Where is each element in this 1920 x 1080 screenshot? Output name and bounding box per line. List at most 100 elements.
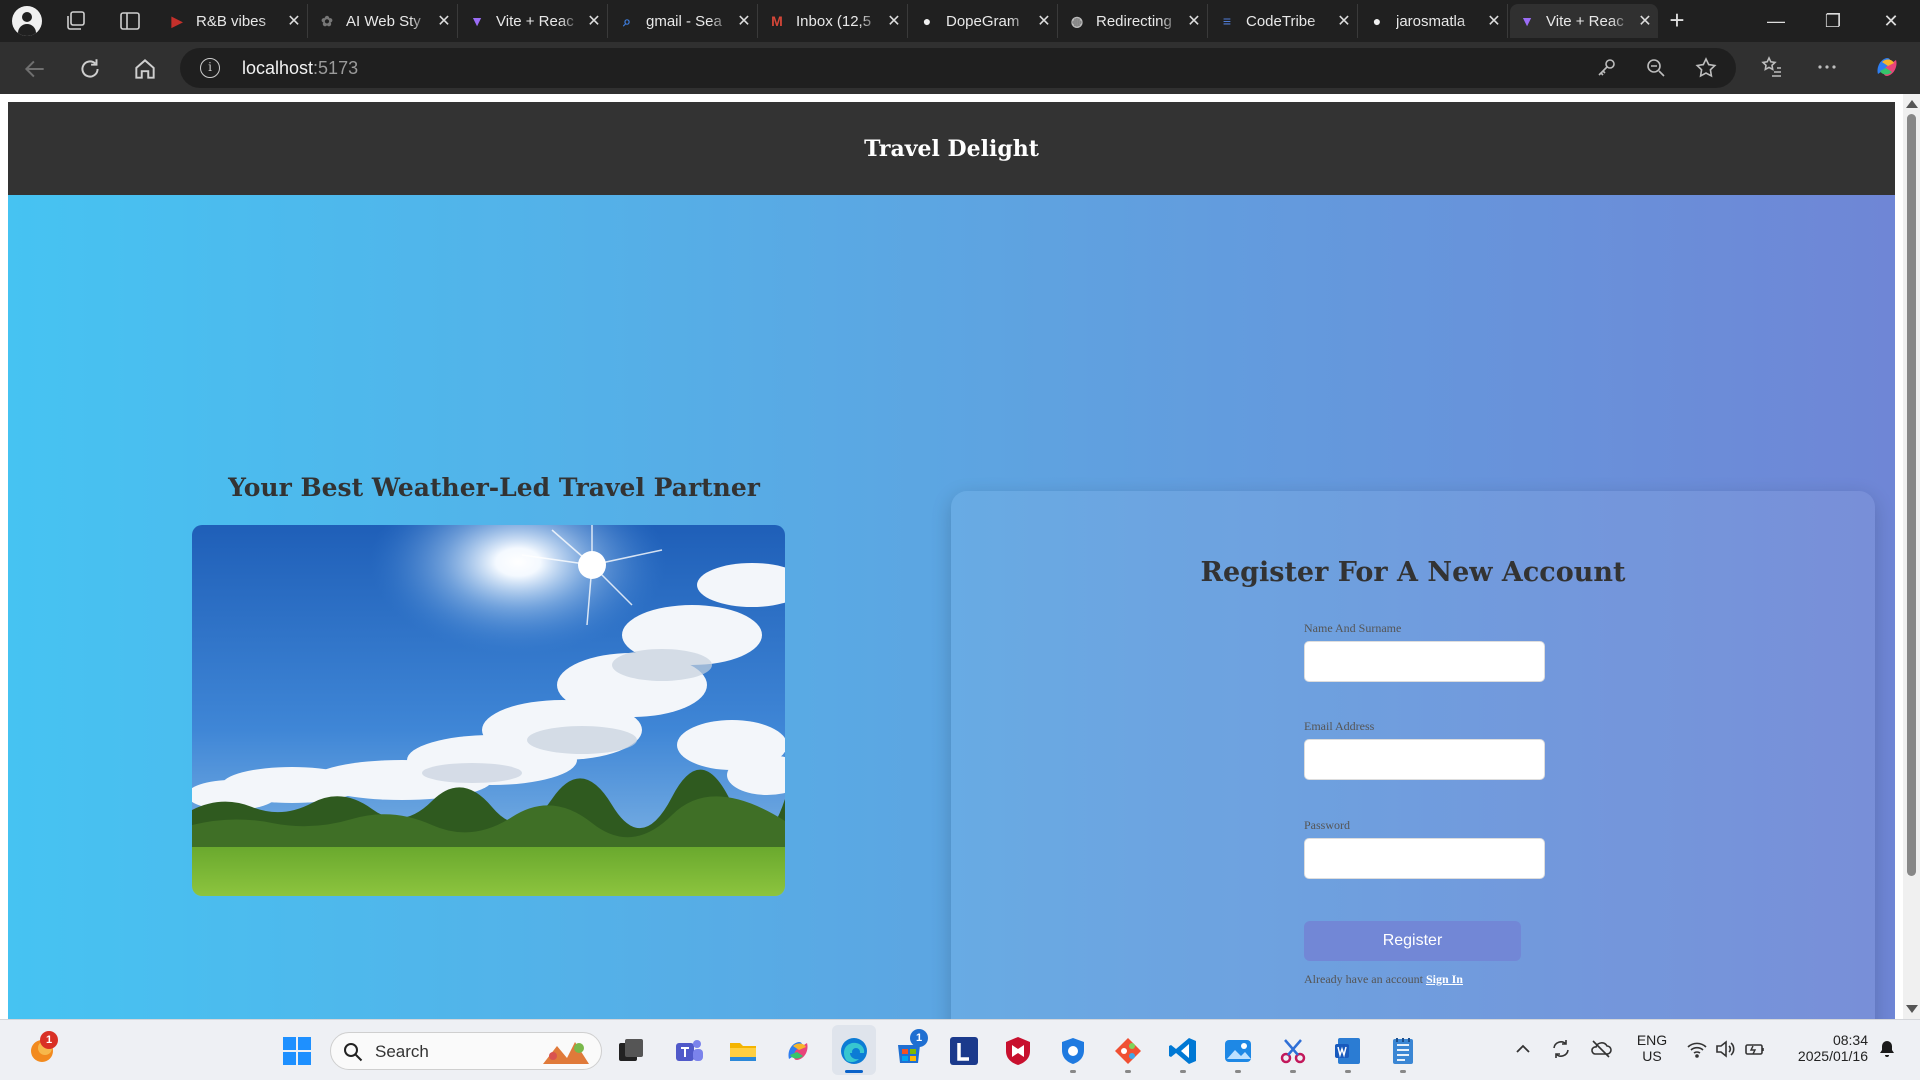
- browser-tab[interactable]: ⌕ gmail - Sea ✕: [610, 4, 758, 38]
- tab-close-icon[interactable]: ✕: [431, 11, 457, 31]
- mcafee-shield-icon[interactable]: [1002, 1035, 1034, 1067]
- tab-title: gmail - Sea: [646, 12, 722, 30]
- windows-start-icon[interactable]: [281, 1035, 313, 1067]
- language-indicator[interactable]: ENG US: [1634, 1032, 1670, 1064]
- tab-title: DopeGram: [946, 12, 1020, 30]
- wifi-icon[interactable]: [1686, 1038, 1708, 1064]
- tab-close-icon[interactable]: ✕: [1632, 11, 1658, 31]
- close-window-button[interactable]: ✕: [1876, 8, 1906, 34]
- password-key-icon[interactable]: [1594, 56, 1618, 80]
- git-kraken-icon[interactable]: [1112, 1035, 1144, 1067]
- onedrive-offline-icon[interactable]: [1590, 1038, 1612, 1064]
- sync-icon[interactable]: [1550, 1038, 1572, 1064]
- page-scrollbar[interactable]: [1903, 94, 1920, 1019]
- running-indicator: [1400, 1070, 1406, 1073]
- youtube-icon: ▶: [171, 12, 183, 29]
- copilot-icon[interactable]: [1872, 52, 1902, 82]
- copilot-app-icon[interactable]: [782, 1035, 814, 1067]
- vertical-tabs-icon[interactable]: [118, 9, 142, 33]
- email-input[interactable]: [1304, 739, 1545, 780]
- tab-title: jarosmatla: [1396, 12, 1466, 30]
- search-icon: [344, 1043, 363, 1062]
- password-input[interactable]: [1304, 838, 1545, 879]
- browser-tab[interactable]: ▼ Vite + Reac ✕: [460, 4, 608, 38]
- browser-tab[interactable]: ◍ Redirecting ✕: [1060, 4, 1208, 38]
- edge-browser-icon[interactable]: [838, 1035, 870, 1067]
- refresh-icon[interactable]: [77, 56, 103, 82]
- scrollbar-thumb[interactable]: [1907, 114, 1916, 876]
- url-text[interactable]: localhost:5173: [242, 58, 358, 79]
- zoom-out-icon[interactable]: [1644, 56, 1668, 80]
- vscode-icon[interactable]: [1167, 1035, 1199, 1067]
- back-arrow-icon[interactable]: [22, 56, 48, 82]
- sunny-sky-photo: [192, 525, 785, 896]
- name-input[interactable]: [1304, 641, 1545, 682]
- volume-icon[interactable]: [1714, 1038, 1736, 1064]
- hero-section: Your Best Weather-Led Travel Partner Reg…: [8, 195, 1895, 1019]
- tab-close-icon[interactable]: ✕: [1331, 11, 1357, 31]
- signin-prompt: Already have an account Sign In: [1304, 972, 1463, 986]
- browser-tab[interactable]: ▶ R&B vibes ✕: [160, 4, 308, 38]
- browser-tab[interactable]: ✿ AI Web Sty ✕: [310, 4, 458, 38]
- file-explorer-icon[interactable]: [727, 1035, 759, 1067]
- battery-icon[interactable]: [1744, 1038, 1766, 1064]
- workspaces-icon[interactable]: [64, 9, 88, 33]
- tab-title: Vite + Reac: [496, 12, 574, 30]
- scroll-up-arrow-icon[interactable]: [1906, 100, 1918, 108]
- document-icon: ≡: [1222, 13, 1232, 29]
- tab-close-icon[interactable]: ✕: [281, 11, 307, 31]
- tab-close-icon[interactable]: ✕: [731, 11, 757, 31]
- browser-tab[interactable]: ▼ Vite + Reac ✕: [1510, 4, 1658, 38]
- running-indicator: [1345, 1070, 1351, 1073]
- tab-close-icon[interactable]: ✕: [1481, 11, 1507, 31]
- tab-close-icon[interactable]: ✕: [1181, 11, 1207, 31]
- signin-link[interactable]: Sign In: [1426, 972, 1463, 986]
- tab-title: Inbox (12,5: [796, 12, 872, 30]
- browser-tab[interactable]: ● DopeGram ✕: [910, 4, 1058, 38]
- defender-shield-icon[interactable]: [1057, 1035, 1089, 1067]
- teams-icon[interactable]: [673, 1035, 705, 1067]
- new-tab-button[interactable]: +: [1662, 6, 1692, 36]
- search-placeholder: Search: [375, 1042, 429, 1061]
- profile-avatar-icon[interactable]: [12, 6, 42, 36]
- taskbar-search[interactable]: Search: [330, 1032, 602, 1070]
- word-document-icon[interactable]: [1332, 1035, 1364, 1067]
- tab-close-icon[interactable]: ✕: [581, 11, 607, 31]
- page-viewport: Travel Delight Your Best Weather-Led Tra…: [0, 94, 1920, 1019]
- minimize-button[interactable]: —: [1761, 8, 1791, 34]
- browser-tab[interactable]: ≡ CodeTribe ✕: [1210, 4, 1358, 38]
- register-card: Register For A New Account Name And Surn…: [951, 491, 1875, 1019]
- scroll-down-arrow-icon[interactable]: [1906, 1005, 1918, 1013]
- tab-close-icon[interactable]: ✕: [881, 11, 907, 31]
- browser-tab[interactable]: ● jarosmatla ✕: [1360, 4, 1508, 38]
- tagline-heading: Your Best Weather-Led Travel Partner: [228, 473, 760, 502]
- task-view-icon[interactable]: [615, 1035, 647, 1067]
- running-indicator: [1290, 1070, 1296, 1073]
- notepad-icon[interactable]: [1387, 1035, 1419, 1067]
- show-hidden-icons-icon[interactable]: [1512, 1038, 1534, 1064]
- site-header: Travel Delight: [8, 102, 1895, 195]
- site-info-icon[interactable]: i: [200, 58, 220, 78]
- tab-close-icon[interactable]: ✕: [1031, 11, 1057, 31]
- globe-icon: ◍: [1070, 12, 1084, 29]
- snipping-tool-icon[interactable]: [1277, 1035, 1309, 1067]
- l-app-icon[interactable]: [948, 1035, 980, 1067]
- photos-app-icon[interactable]: [1222, 1035, 1254, 1067]
- favorite-star-icon[interactable]: [1694, 56, 1718, 80]
- more-options-icon[interactable]: [1815, 55, 1839, 79]
- search-icon: ⌕: [623, 12, 631, 29]
- url-bar[interactable]: i localhost:5173: [180, 48, 1736, 88]
- weather-badge: 1: [40, 1031, 58, 1049]
- clock[interactable]: 08:34 2025/01/16: [1782, 1032, 1868, 1064]
- home-icon[interactable]: [132, 56, 158, 82]
- clock-time: 08:34: [1832, 1032, 1868, 1048]
- notifications-bell-icon[interactable]: [1876, 1038, 1898, 1064]
- active-running-indicator: [845, 1070, 863, 1073]
- tab-title: AI Web Sty: [346, 12, 421, 30]
- browser-tab[interactable]: M Inbox (12,5 ✕: [760, 4, 908, 38]
- restore-button[interactable]: ❐: [1818, 8, 1848, 34]
- vite-icon: ▼: [470, 13, 484, 29]
- favorites-list-icon[interactable]: [1760, 55, 1784, 79]
- register-button[interactable]: Register: [1304, 921, 1521, 961]
- register-heading: Register For A New Account: [1200, 557, 1626, 588]
